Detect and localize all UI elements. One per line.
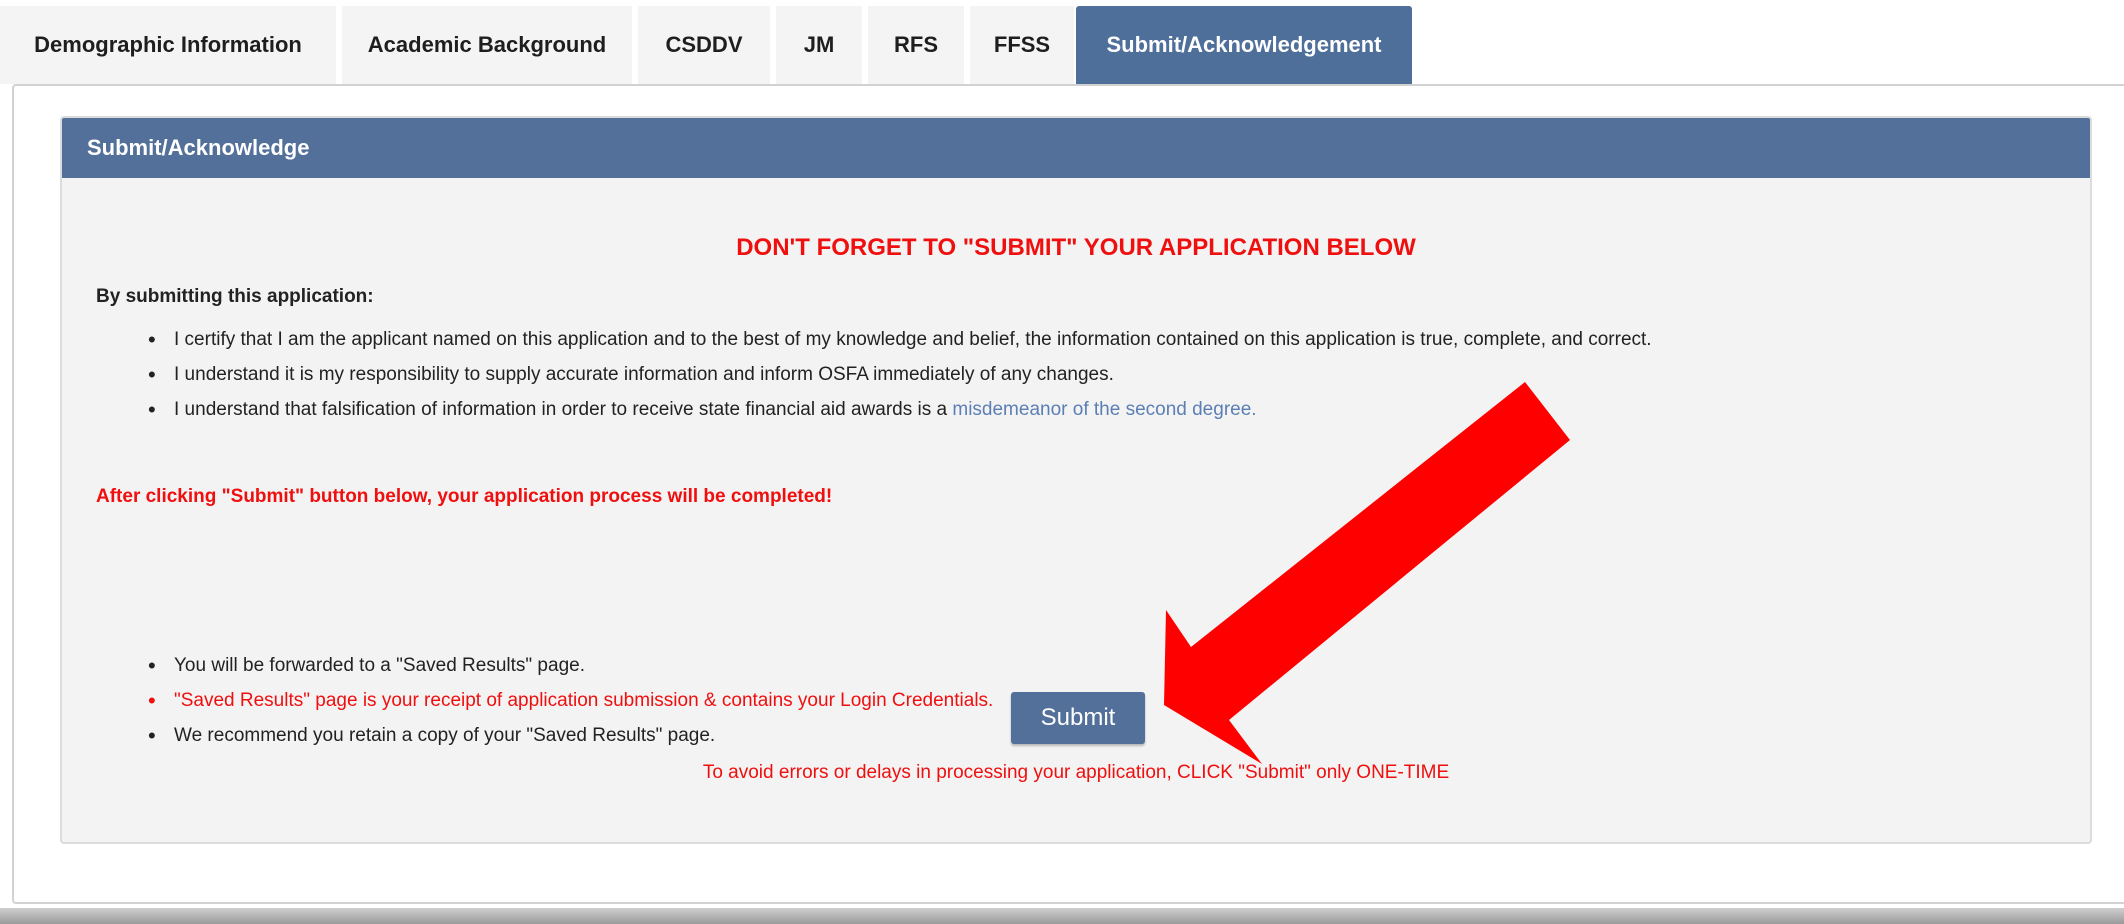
list-item: I certify that I am the applicant named … xyxy=(148,322,1652,357)
tab-academic-background[interactable]: Academic Background xyxy=(342,6,632,84)
misdemeanor-link[interactable]: misdemeanor of the second degree. xyxy=(952,399,1256,420)
submit-panel: Submit/Acknowledge DON'T FORGET TO "SUBM… xyxy=(60,116,2092,844)
panel-title: Submit/Acknowledge xyxy=(62,118,2090,178)
list-item: You will be forwarded to a "Saved Result… xyxy=(148,648,993,683)
tab-rfs[interactable]: RFS xyxy=(868,6,964,84)
tab-demographic-information[interactable]: Demographic Information xyxy=(0,6,336,84)
falsification-text: I understand that falsification of infor… xyxy=(174,399,953,420)
submit-button[interactable]: Submit xyxy=(1011,692,1145,744)
tab-ffss[interactable]: FFSS xyxy=(970,6,1074,84)
tab-submit-acknowledgement[interactable]: Submit/Acknowledgement xyxy=(1076,6,1412,84)
submit-once-note: To avoid errors or delays in processing … xyxy=(702,762,1450,783)
submit-reminder-headline: DON'T FORGET TO "SUBMIT" YOUR APPLICATIO… xyxy=(736,234,1416,261)
after-click-warning: After clicking "Submit" button below, yo… xyxy=(96,486,833,507)
tab-csddv[interactable]: CSDDV xyxy=(638,6,770,84)
results-list: You will be forwarded to a "Saved Result… xyxy=(148,648,993,753)
certification-list: I certify that I am the applicant named … xyxy=(148,322,1652,427)
tab-jm[interactable]: JM xyxy=(776,6,862,84)
list-item-receipt: "Saved Results" page is your receipt of … xyxy=(148,683,993,718)
by-submitting-heading: By submitting this application: xyxy=(96,286,374,307)
list-item: I understand that falsification of infor… xyxy=(148,392,1652,427)
bottom-shadow xyxy=(0,908,2124,924)
list-item: We recommend you retain a copy of your "… xyxy=(148,718,993,753)
list-item: I understand it is my responsibility to … xyxy=(148,357,1652,392)
